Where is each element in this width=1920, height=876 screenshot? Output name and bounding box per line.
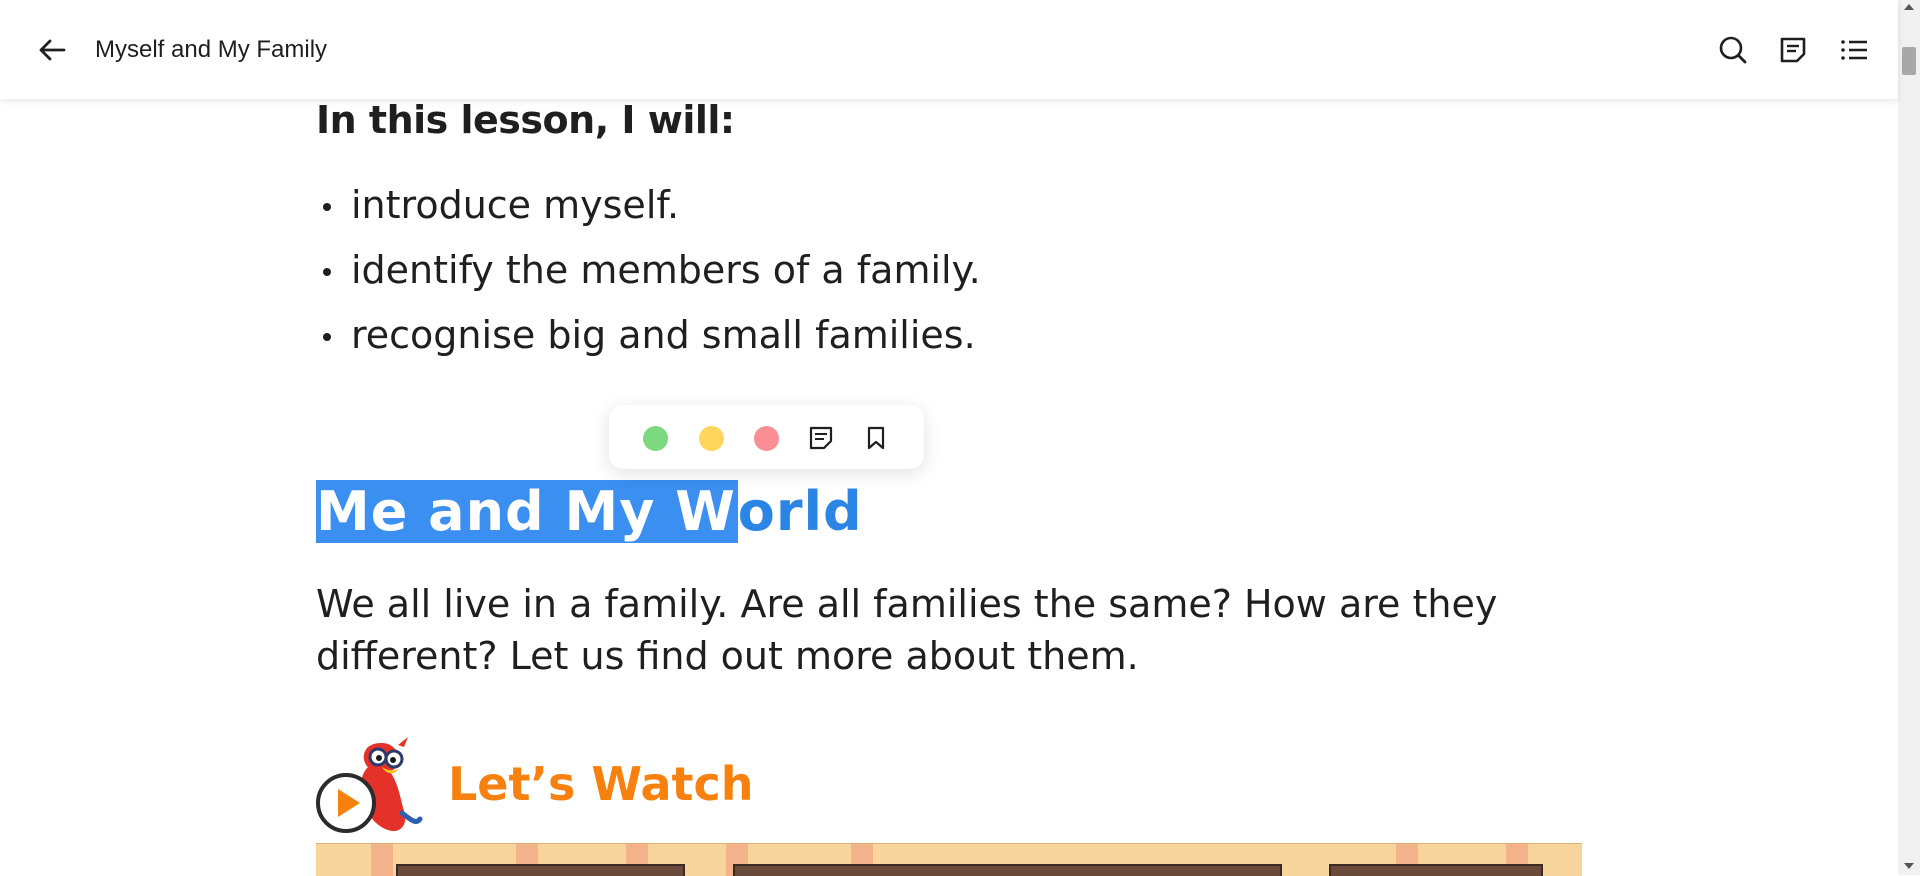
bullet xyxy=(323,268,331,276)
contents-button[interactable] xyxy=(1839,35,1869,65)
top-bar: Myself and My Family xyxy=(0,0,1898,99)
video-stripe xyxy=(371,844,393,876)
book-title: Myself and My Family xyxy=(95,36,328,63)
lesson-heading: In this lesson, I will: xyxy=(316,98,735,142)
scroll-up-arrow[interactable] xyxy=(1904,4,1914,10)
video-frame xyxy=(733,864,1282,876)
list-item: introduce myself. xyxy=(316,183,981,248)
goal-text: identify the members of a family. xyxy=(351,248,981,292)
scroll-down-arrow[interactable] xyxy=(1904,863,1914,869)
highlight-green-button[interactable] xyxy=(643,426,668,451)
page-scrollbar[interactable] xyxy=(1898,0,1920,875)
highlight-red-button[interactable] xyxy=(754,426,779,451)
bullet xyxy=(323,333,331,341)
section-intro: We all live in a family. Are all familie… xyxy=(316,582,1498,678)
lesson-goals-list: introduce myself. identify the members o… xyxy=(316,183,981,378)
video-frame xyxy=(1329,864,1543,876)
add-note-icon xyxy=(809,426,833,450)
list-icon xyxy=(1841,40,1867,60)
parrot-mascot-icon xyxy=(316,737,423,833)
arrow-left-icon xyxy=(39,39,66,61)
list-item: identify the members of a family. xyxy=(316,248,981,313)
back-button[interactable] xyxy=(36,36,68,64)
search-icon xyxy=(1719,36,1747,64)
goal-text: recognise big and small families. xyxy=(351,313,976,357)
notes-button[interactable] xyxy=(1778,35,1808,65)
list-item: recognise big and small families. xyxy=(316,313,981,378)
notes-icon xyxy=(1780,37,1806,63)
bookmark-icon xyxy=(867,426,885,450)
selected-text[interactable]: Me and My W xyxy=(316,480,738,543)
lets-watch-header: Let’s Watch xyxy=(316,733,916,843)
search-button[interactable] xyxy=(1718,35,1748,65)
goal-text: introduce myself. xyxy=(351,183,680,227)
section-title-rest: orld xyxy=(737,480,863,543)
video-thumbnail[interactable] xyxy=(316,843,1582,876)
video-frame xyxy=(396,864,685,876)
section-title[interactable]: Me and My World xyxy=(316,480,863,543)
highlight-toolbar xyxy=(609,405,924,469)
highlight-yellow-button[interactable] xyxy=(699,426,724,451)
add-note-button[interactable] xyxy=(808,425,834,451)
scroll-thumb[interactable] xyxy=(1902,47,1916,75)
bookmark-button[interactable] xyxy=(863,425,889,451)
bullet xyxy=(323,203,331,211)
lets-watch-label: Let’s Watch xyxy=(448,757,754,811)
